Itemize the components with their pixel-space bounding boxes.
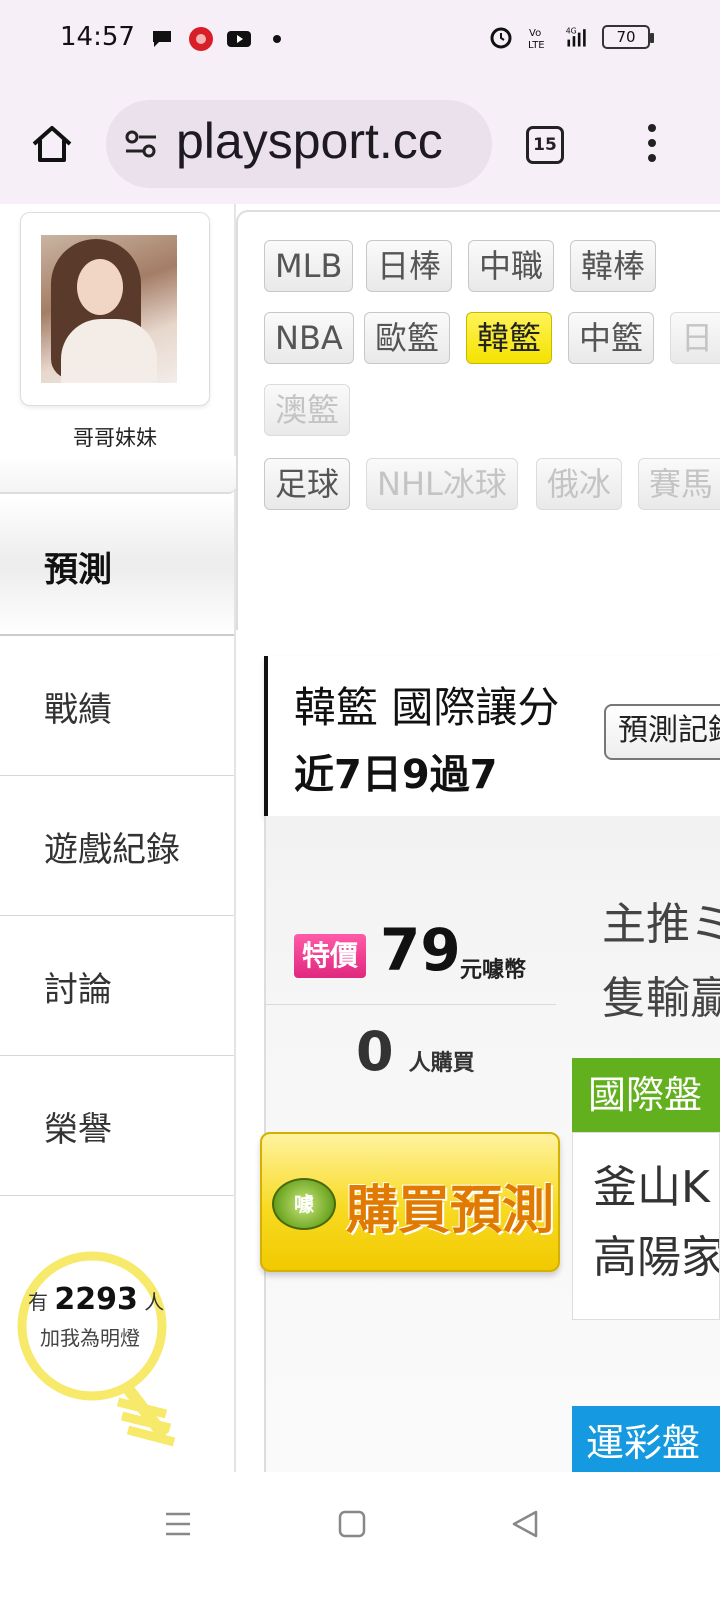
profile-divider [0, 456, 236, 494]
address-bar[interactable]: playsport.cc [106, 100, 492, 188]
prediction-history-button[interactable]: 預測記錄 [604, 704, 720, 760]
price-unit: 元噱幣 [460, 958, 527, 983]
recommendation-line2: 隻輸贏 [602, 973, 720, 1024]
follow-prompt[interactable]: 加我為明燈 [40, 1322, 140, 1351]
back-icon[interactable] [506, 1504, 546, 1544]
price-divider [264, 1004, 556, 1005]
buy-prediction-label: 購買預測 [346, 1181, 555, 1241]
svg-text:4G: 4G [566, 27, 577, 36]
profile-nickname[interactable]: 哥哥妹妹 [0, 422, 230, 452]
prediction-header: 韓籃 國際讓分 近7日9過7 預測記錄 [264, 656, 720, 816]
tab-switcher-button[interactable]: 15 [526, 126, 564, 164]
buyer-label: 人購買 [408, 1051, 475, 1076]
tag-korea-basketball[interactable]: 韓籃 [466, 312, 553, 364]
signal-4g-icon: 4G [566, 27, 586, 47]
sidebar-item-label: 遊戲紀錄 [44, 830, 180, 870]
notification-icons [150, 26, 290, 52]
team-home: 釜山K [593, 1162, 710, 1213]
profile-card[interactable] [20, 212, 210, 406]
tag-japan-basketball[interactable]: 日 [670, 312, 720, 364]
coin-icon: 噱 [272, 1178, 336, 1230]
status-time: 14:57 [60, 22, 135, 52]
recommendation-text: 主推ミ 隻輸贏 [602, 888, 720, 1036]
alarm-icon [490, 27, 512, 49]
follower-prefix: 有 [28, 1290, 48, 1314]
svg-text:Vo: Vo [529, 28, 541, 39]
battery-icon: 70 [602, 25, 654, 49]
avatar[interactable] [41, 235, 177, 383]
tag-soccer[interactable]: 足球 [264, 458, 351, 510]
volte-icon: VoLTE [528, 28, 545, 50]
home-nav-icon[interactable] [332, 1504, 372, 1544]
follower-number: 2293 [54, 1282, 138, 1317]
sidebar-item-honor[interactable]: 榮譽 [0, 1056, 234, 1196]
sidebar-item-label: 戰績 [44, 690, 112, 730]
lightbulb-icon[interactable] [14, 1246, 194, 1456]
prediction-title: 韓籃 國際讓分 [294, 683, 560, 732]
sports-lottery-tab[interactable]: 運彩盤 [572, 1406, 720, 1472]
price-value: 79 [380, 916, 461, 984]
prediction-record: 近7日9過7 [294, 752, 498, 798]
tag-aus-basketball[interactable]: 澳籃 [264, 384, 351, 436]
tag-mlb[interactable]: MLB [264, 240, 354, 292]
price-box: 特價 79 元噱幣 [294, 916, 554, 1000]
tag-nba[interactable]: NBA [264, 312, 354, 364]
tag-kbo[interactable]: 韓棒 [570, 240, 657, 292]
follower-suffix: 人 [144, 1290, 165, 1314]
sidebar-item-label: 榮譽 [44, 1110, 112, 1150]
youtube-icon [227, 31, 251, 47]
chat-bubble-icon [153, 31, 171, 47]
tag-china-basketball[interactable]: 中籃 [568, 312, 655, 364]
home-icon[interactable] [30, 122, 74, 166]
buyer-count: 0 人購買 [356, 1020, 475, 1083]
tag-nhl[interactable]: NHL冰球 [366, 458, 518, 510]
tag-npb[interactable]: 日棒 [366, 240, 453, 292]
recent-apps-icon[interactable] [158, 1504, 198, 1544]
sidebar-item-label: 預測 [44, 550, 112, 590]
dot-icon [273, 35, 281, 43]
system-navigation-bar [0, 1472, 720, 1604]
recommendation-line1: 主推ミ [602, 899, 720, 950]
international-line-tab[interactable]: 國際盤 [572, 1058, 720, 1132]
more-options-icon[interactable] [640, 122, 664, 166]
sidebar-item-label: 討論 [44, 970, 112, 1010]
sidebar-item-predict[interactable]: 預測 [0, 496, 234, 636]
buyer-number: 0 [356, 1020, 394, 1083]
browser-toolbar: playsport.cc 15 [0, 84, 720, 204]
tag-horse-racing[interactable]: 賽馬 [638, 458, 720, 510]
sidebar-item-game-log[interactable]: 遊戲紀錄 [0, 776, 234, 916]
site-settings-icon[interactable] [124, 128, 158, 160]
sidebar-item-discussion[interactable]: 討論 [0, 916, 234, 1056]
red-app-icon [189, 27, 213, 51]
system-icons: Vo LTE 4G 70 [488, 24, 654, 50]
follower-count: 有 2293 人 [28, 1282, 164, 1317]
sidebar: 哥哥妹妹 預測 戰績 遊戲紀錄 討論 榮譽 有 2293 人 加我為明燈 [0, 204, 236, 1472]
match-box: 釜山K 高陽家 [572, 1132, 720, 1320]
svg-text:LTE: LTE [528, 40, 545, 50]
tag-cpbl[interactable]: 中職 [468, 240, 555, 292]
buy-prediction-button[interactable]: 噱 購買預測 [260, 1132, 560, 1272]
tag-euro-basketball[interactable]: 歐籃 [364, 312, 451, 364]
url-text[interactable]: playsport.cc [176, 112, 443, 170]
special-price-badge: 特價 [294, 934, 366, 978]
sidebar-item-record[interactable]: 戰績 [0, 636, 234, 776]
status-bar: 14:57 Vo LTE 4G 70 [0, 0, 720, 84]
team-away: 高陽家 [593, 1232, 720, 1283]
tag-khl[interactable]: 俄冰 [536, 458, 623, 510]
page-content: 哥哥妹妹 預測 戰績 遊戲紀錄 討論 榮譽 有 2293 人 加我為明燈 MLB… [0, 204, 720, 1472]
